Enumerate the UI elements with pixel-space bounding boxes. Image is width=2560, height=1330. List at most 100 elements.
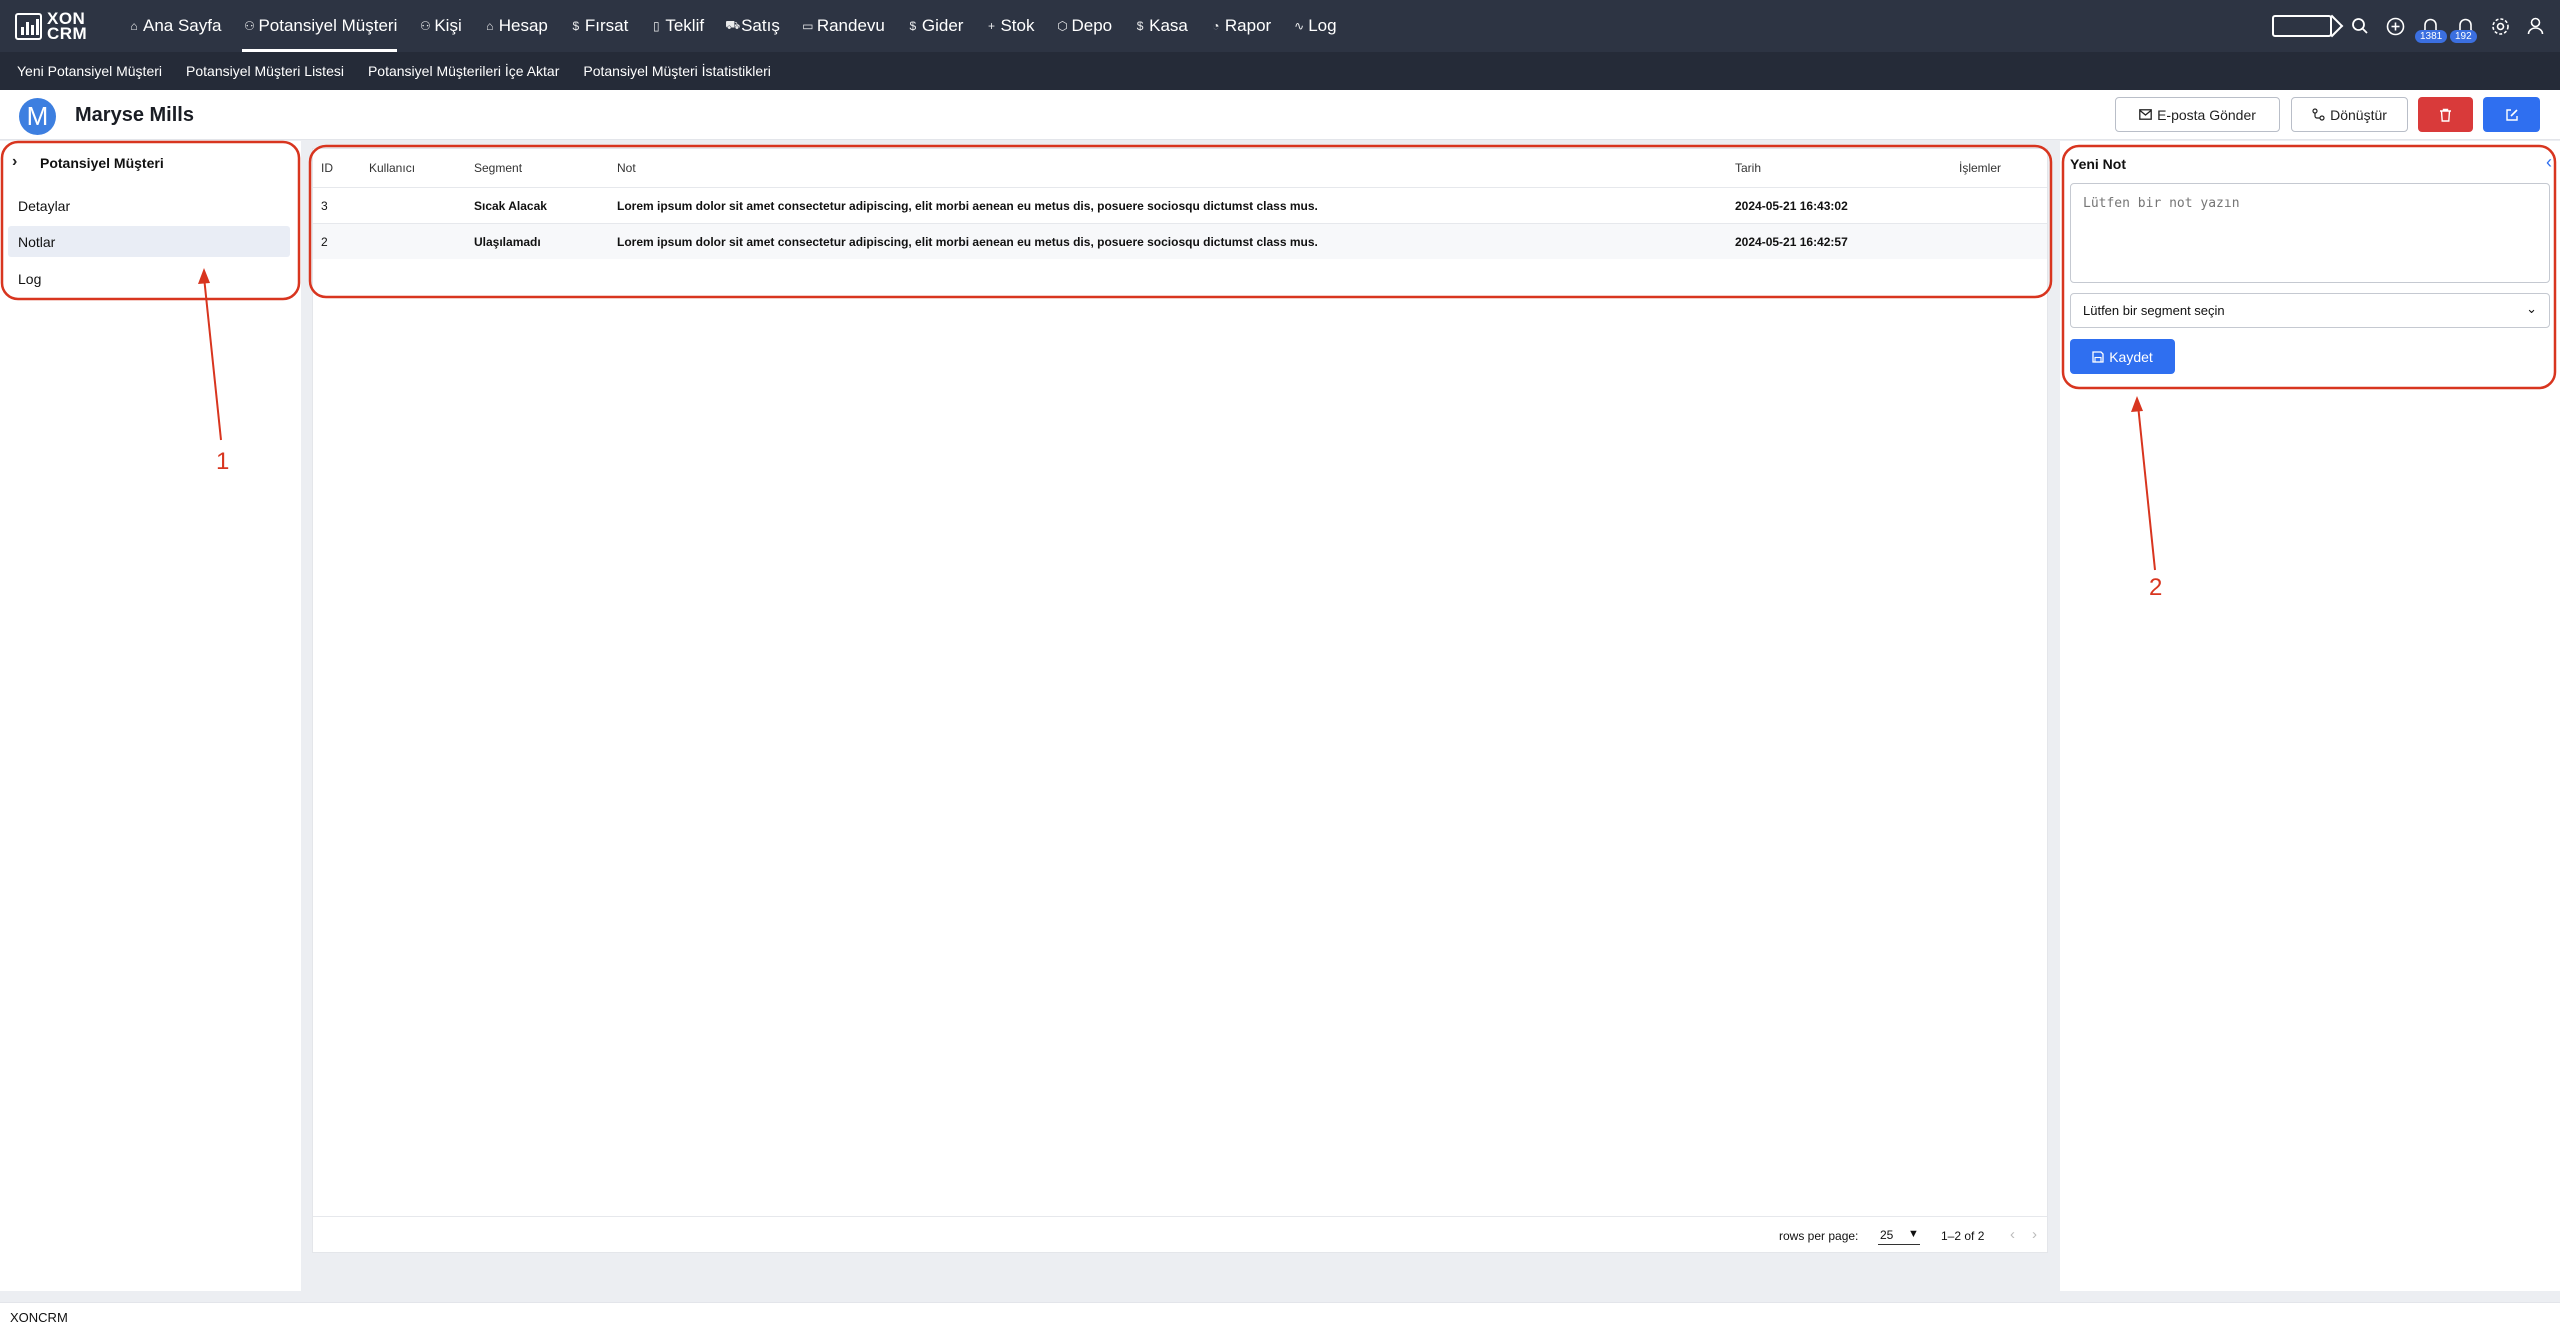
- cell-segment: Sıcak Alacak: [474, 199, 547, 213]
- logo-chart-icon: [15, 12, 42, 40]
- column-header-note[interactable]: Not: [617, 161, 636, 175]
- nav-item-log[interactable]: ∿ Log: [1292, 0, 1336, 52]
- subnav-lead-stats[interactable]: Potansiyel Müşteri İstatistikleri: [583, 63, 771, 79]
- nav-item-label: Randevu: [816, 16, 885, 35]
- notification-badge: 1381: [2415, 30, 2448, 43]
- segment-select[interactable]: Lütfen bir segment seçin ⌄: [2070, 293, 2550, 328]
- bell-icon[interactable]: 1381: [2415, 15, 2448, 43]
- table-row[interactable]: 2 Ulaşılamadı Lorem ipsum dolor sit amet…: [313, 223, 2047, 259]
- cell-id: 2: [321, 235, 328, 249]
- column-header-actions: İşlemler: [1959, 161, 2002, 175]
- header-tools: 1381 192: [2272, 0, 2546, 52]
- nav-item-label: Teklif: [665, 16, 705, 35]
- calendar-icon: ▭: [802, 19, 814, 33]
- rows-per-page-select[interactable]: 25 ▼: [1878, 1225, 1920, 1245]
- nav-item-kasa[interactable]: $ Kasa: [1133, 0, 1188, 52]
- nav-item-rapor[interactable]: ◔ Rapor: [1209, 0, 1271, 52]
- sidebar-item-detaylar[interactable]: Detaylar: [8, 190, 290, 221]
- convert-button[interactable]: Dönüştür: [2291, 97, 2408, 132]
- nav-item-teklif[interactable]: ▯ Teklif: [649, 0, 704, 52]
- plus-icon: +: [987, 19, 995, 33]
- nav-item-label: Satış: [741, 16, 780, 35]
- nav-item-kisi[interactable]: ⚇ Kişi: [418, 0, 462, 52]
- main-nav: ⌂ Ana Sayfa ⚇ Potansiyel Müşteri ⚇ Kişi ⌂ He…: [127, 0, 1358, 52]
- new-note-title: Yeni Not: [2070, 156, 2127, 172]
- subnav-lead-list[interactable]: Potansiyel Müşteri Listesi: [186, 63, 344, 79]
- save-button[interactable]: Kaydet: [2070, 339, 2175, 374]
- top-navbar: XON CRM ⌂ Ana Sayfa ⚇ Potansiyel Müşteri ⚇…: [0, 0, 2560, 52]
- add-circle-icon[interactable]: [2384, 15, 2406, 37]
- caret-down-icon: ▼: [1908, 1228, 1919, 1240]
- pagination-range: 1–2 of 2: [1941, 1229, 1985, 1243]
- sidebar-title: Potansiyel Müşteri: [40, 155, 164, 171]
- user-profile-icon[interactable]: [2524, 15, 2546, 37]
- column-header-date[interactable]: Tarih: [1735, 161, 1761, 175]
- sidebar-item-label: Notlar: [18, 233, 56, 250]
- edit-button[interactable]: [2483, 97, 2540, 132]
- sidebar-item-label: Detaylar: [18, 197, 71, 214]
- column-header-id[interactable]: ID: [321, 161, 333, 175]
- nav-item-stok[interactable]: + Stok: [984, 0, 1035, 52]
- table-row[interactable]: 3 Sıcak Alacak Lorem ipsum dolor sit ame…: [313, 187, 2047, 223]
- table-pagination: rows per page: 25 ▼ 1–2 of 2 ‹ ›: [313, 1216, 2047, 1252]
- note-textarea[interactable]: [2070, 183, 2550, 283]
- cell-note: Lorem ipsum dolor sit amet consectetur a…: [617, 235, 1318, 249]
- nav-item-hesap[interactable]: ⌂ Hesap: [483, 0, 548, 52]
- activity-icon: ∿: [1294, 19, 1305, 33]
- cell-note: Lorem ipsum dolor sit amet consectetur a…: [617, 199, 1318, 213]
- chevron-down-icon: ⌄: [2526, 301, 2537, 316]
- sidebar-item-notlar[interactable]: Notlar: [8, 226, 290, 257]
- footer-text: XONCRM: [10, 1310, 68, 1325]
- chevron-right-icon[interactable]: ›: [12, 153, 17, 171]
- nav-item-label: Kişi: [434, 16, 462, 35]
- nav-item-label: Depo: [1071, 16, 1113, 35]
- column-header-user[interactable]: Kullanıcı: [369, 161, 415, 175]
- chevron-right-icon[interactable]: ›: [2032, 1226, 2037, 1243]
- subnav-new-lead[interactable]: Yeni Potansiyel Müşteri: [17, 63, 162, 79]
- users-icon: ⚇: [419, 19, 431, 33]
- page-title: Maryse Mills: [75, 104, 194, 126]
- mail-icon: [2139, 109, 2152, 120]
- notes-table: ID Kullanıcı Segment Not Tarih İşlemler …: [312, 148, 2048, 1253]
- logo-text: XON CRM: [47, 9, 88, 43]
- send-email-label: E-posta Gönder: [2157, 106, 2256, 123]
- gear-icon[interactable]: [2489, 15, 2511, 37]
- subnav-import-leads[interactable]: Potansiyel Müşterileri İçe Aktar: [368, 63, 559, 79]
- delete-button[interactable]: [2418, 97, 2473, 132]
- sidebar-item-log[interactable]: Log: [8, 263, 290, 294]
- nav-item-satis[interactable]: ⛟ Satış: [725, 0, 780, 52]
- user-icon: ⚇: [244, 19, 255, 33]
- convert-label: Dönüştür: [2330, 106, 2387, 123]
- nav-item-randevu[interactable]: ▭ Randevu: [801, 0, 885, 52]
- pie-icon: ◔: [1212, 19, 1220, 33]
- column-header-segment[interactable]: Segment: [474, 161, 522, 175]
- nav-item-firsat[interactable]: $ Fırsat: [569, 0, 629, 52]
- nav-item-label: Kasa: [1149, 16, 1188, 35]
- nav-item-label: Hesap: [498, 16, 548, 35]
- nav-item-potansiyel-musteri[interactable]: ⚇ Potansiyel Müşteri: [242, 0, 397, 52]
- cell-date: 2024-05-21 16:42:57: [1735, 235, 1848, 249]
- nav-item-gider[interactable]: $ Gider: [906, 0, 964, 52]
- bell-icon[interactable]: 192: [2450, 15, 2477, 43]
- nav-item-label: Potansiyel Müşteri: [258, 16, 398, 35]
- nav-item-label: Log: [1308, 16, 1337, 35]
- save-icon: [2092, 350, 2104, 363]
- search-icon[interactable]: [2349, 15, 2371, 37]
- file-icon: ▯: [653, 19, 660, 33]
- arrow-toggle-icon[interactable]: [2272, 15, 2332, 37]
- nav-item-ana-sayfa[interactable]: ⌂ Ana Sayfa: [127, 0, 221, 52]
- chevron-left-icon[interactable]: ‹: [2010, 1226, 2015, 1243]
- nav-item-depo[interactable]: ⬡ Depo: [1056, 0, 1113, 52]
- chevron-left-icon[interactable]: ‹: [2546, 152, 2552, 173]
- avatar: M: [19, 98, 56, 135]
- convert-icon: [2312, 108, 2325, 121]
- app-logo[interactable]: XON CRM: [15, 9, 105, 43]
- nav-item-label: Gider: [921, 16, 964, 35]
- annotation-label-2: 2: [2149, 574, 2163, 601]
- send-email-button[interactable]: E-posta Gönder: [2115, 97, 2280, 132]
- nav-item-label: Fırsat: [584, 16, 629, 35]
- annotation-label-1: 1: [216, 448, 230, 475]
- new-note-panel: Yeni Not ‹ Lütfen bir segment seçin ⌄ Ka…: [2060, 141, 2560, 1291]
- sub-navbar: Yeni Potansiyel Müşteri Potansiyel Müşte…: [0, 52, 2560, 90]
- home-icon: ⌂: [130, 19, 138, 33]
